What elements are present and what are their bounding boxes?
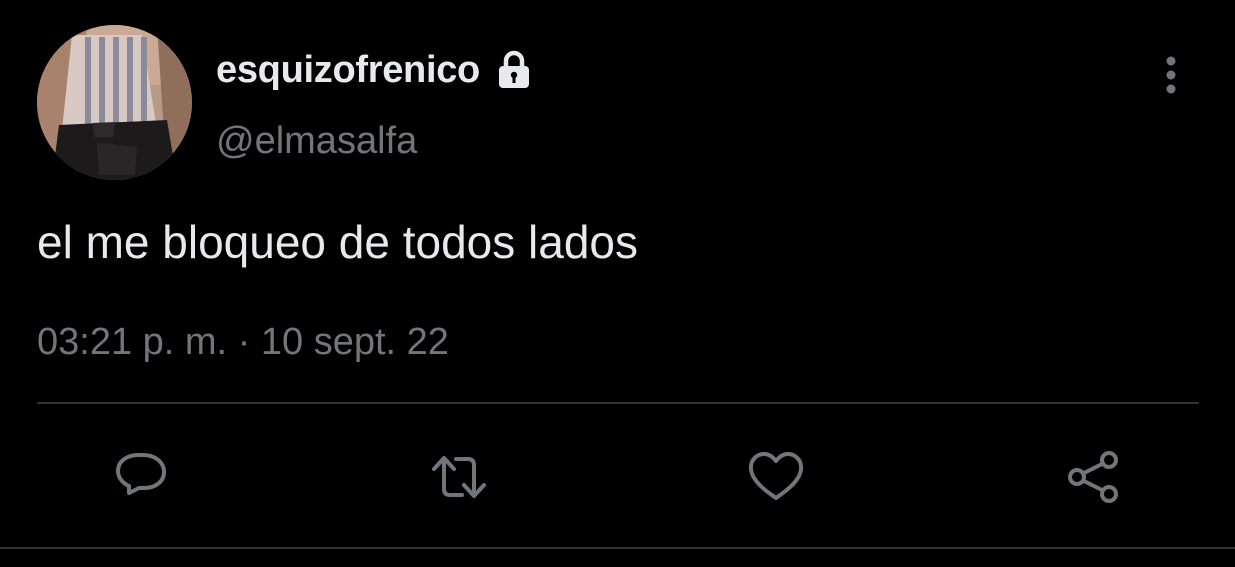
tweet-card: esquizofrenico @elmasalfa el me bloqueo …: [0, 0, 1235, 567]
bottom-divider: [0, 547, 1235, 549]
reply-button[interactable]: [112, 448, 170, 506]
share-button[interactable]: [1064, 448, 1122, 506]
heart-icon: [748, 452, 804, 500]
retweet-icon: [432, 456, 486, 498]
tweet-text: el me bloqueo de todos lados: [37, 216, 638, 268]
divider: [37, 402, 1199, 404]
share-icon: [1068, 451, 1118, 503]
retweet-button[interactable]: [430, 448, 488, 506]
username-handle[interactable]: @elmasalfa: [216, 115, 417, 167]
avatar[interactable]: [37, 25, 192, 180]
like-button[interactable]: [747, 448, 805, 506]
display-name[interactable]: esquizofrenico: [216, 44, 480, 96]
more-vertical-icon[interactable]: [1152, 52, 1190, 98]
lock-icon: [492, 48, 536, 92]
author-row: esquizofrenico: [216, 44, 536, 96]
avatar-photo: [37, 25, 192, 180]
tweet-timestamp[interactable]: 03:21 p. m. · 10 sept. 22: [37, 316, 449, 368]
reply-bubble-icon: [116, 453, 166, 495]
